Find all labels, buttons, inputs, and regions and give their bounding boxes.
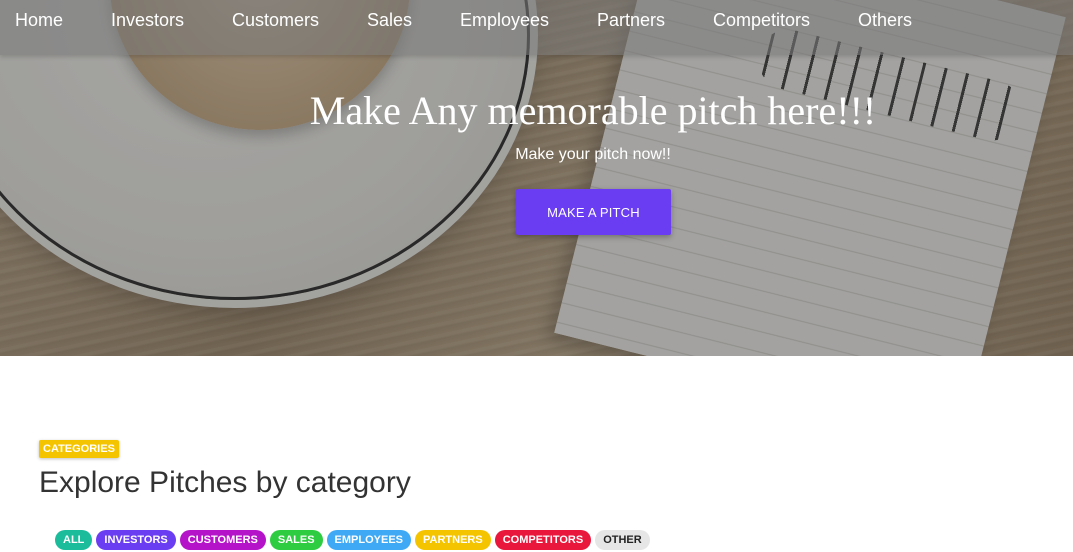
chip-all[interactable]: ALL bbox=[55, 530, 93, 550]
category-chip-list: ALL INVESTORS CUSTOMERS SALES EMPLOYEES … bbox=[55, 530, 650, 552]
nav-item-partners[interactable]: Partners bbox=[597, 10, 665, 30]
hero-title: Make Any memorable pitch here!!! bbox=[309, 88, 877, 133]
chip-employees[interactable]: EMPLOYEES bbox=[326, 530, 412, 550]
nav-item-customers[interactable]: Customers bbox=[232, 10, 319, 30]
chip-other[interactable]: OTHER bbox=[595, 530, 650, 550]
nav-item-sales[interactable]: Sales bbox=[367, 10, 412, 30]
chip-investors[interactable]: INVESTORS bbox=[96, 530, 176, 550]
nav-item-others[interactable]: Others bbox=[858, 10, 912, 30]
nav-item-competitors[interactable]: Competitors bbox=[713, 10, 810, 30]
nav-item-employees[interactable]: Employees bbox=[460, 10, 549, 30]
chip-sales[interactable]: SALES bbox=[269, 530, 323, 550]
categories-badge: CATEGORIES bbox=[39, 440, 119, 458]
hero-subtitle: Make your pitch now!! bbox=[515, 146, 671, 163]
nav-item-investors[interactable]: Investors bbox=[111, 10, 184, 30]
section-title: Explore Pitches by category bbox=[39, 466, 411, 499]
top-nav: Home Investors Customers Sales Employees… bbox=[0, 0, 1073, 55]
nav-item-home[interactable]: Home bbox=[15, 10, 63, 30]
chip-partners[interactable]: PARTNERS bbox=[415, 530, 491, 550]
make-a-pitch-button[interactable]: MAKE A PITCH bbox=[516, 189, 671, 235]
chip-customers[interactable]: CUSTOMERS bbox=[179, 530, 266, 550]
chip-competitors[interactable]: COMPETITORS bbox=[494, 530, 592, 550]
